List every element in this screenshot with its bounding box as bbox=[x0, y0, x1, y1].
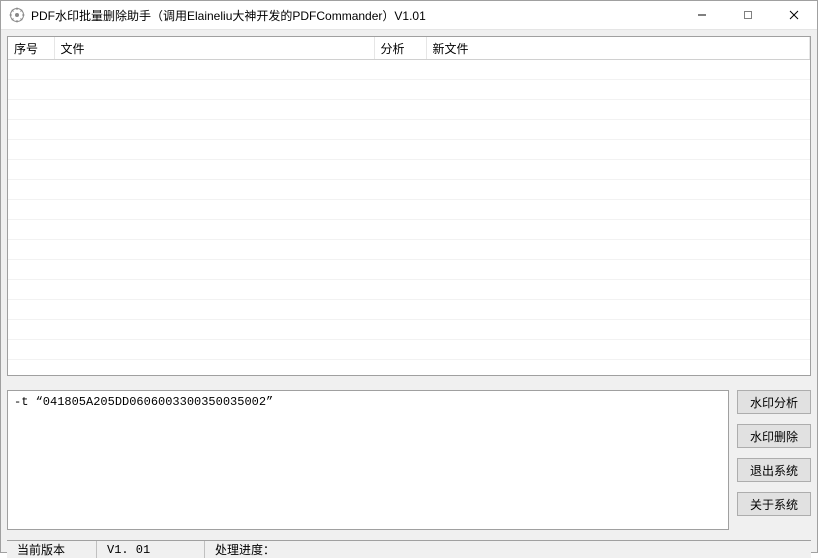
grid-body bbox=[8, 59, 810, 359]
table-row[interactable] bbox=[8, 339, 810, 359]
col-seq[interactable]: 序号 bbox=[8, 37, 54, 59]
col-file[interactable]: 文件 bbox=[54, 37, 374, 59]
status-progress-label: 处理进度： bbox=[205, 541, 285, 558]
table-row[interactable] bbox=[8, 219, 810, 239]
command-textarea[interactable]: -t “041805A205DD0606003300350035002” bbox=[7, 390, 729, 530]
maximize-button[interactable] bbox=[725, 1, 771, 29]
table-row[interactable] bbox=[8, 279, 810, 299]
about-button[interactable]: 关于系统 bbox=[737, 492, 811, 516]
status-version-label: 当前版本 bbox=[7, 541, 97, 558]
table-row[interactable] bbox=[8, 99, 810, 119]
table-row[interactable] bbox=[8, 179, 810, 199]
col-newfile[interactable]: 新文件 bbox=[426, 37, 810, 59]
button-column: 水印分析 水印删除 退出系统 关于系统 bbox=[737, 390, 811, 530]
table-row[interactable] bbox=[8, 79, 810, 99]
table-row[interactable] bbox=[8, 59, 810, 79]
status-bar: 当前版本 V1. 01 处理进度： bbox=[7, 540, 811, 558]
grid-header-row: 序号 文件 分析 新文件 bbox=[8, 37, 810, 59]
table-row[interactable] bbox=[8, 259, 810, 279]
exit-button[interactable]: 退出系统 bbox=[737, 458, 811, 482]
analyze-button[interactable]: 水印分析 bbox=[737, 390, 811, 414]
lower-panel: -t “041805A205DD0606003300350035002” 水印分… bbox=[7, 390, 811, 530]
table-row[interactable] bbox=[8, 199, 810, 219]
table-row[interactable] bbox=[8, 139, 810, 159]
close-button[interactable] bbox=[771, 1, 817, 29]
table-row[interactable] bbox=[8, 319, 810, 339]
minimize-button[interactable] bbox=[679, 1, 725, 29]
table-row[interactable] bbox=[8, 239, 810, 259]
app-window: PDF水印批量删除助手（调用Elaineliu大神开发的PDFCommander… bbox=[0, 0, 818, 553]
window-controls bbox=[679, 1, 817, 29]
table-row[interactable] bbox=[8, 159, 810, 179]
col-analysis[interactable]: 分析 bbox=[374, 37, 426, 59]
table-row[interactable] bbox=[8, 299, 810, 319]
app-icon bbox=[9, 7, 25, 23]
window-title: PDF水印批量删除助手（调用Elaineliu大神开发的PDFCommander… bbox=[31, 7, 679, 24]
client-area: 序号 文件 分析 新文件 bbox=[1, 30, 817, 552]
title-bar: PDF水印批量删除助手（调用Elaineliu大神开发的PDFCommander… bbox=[1, 1, 817, 30]
delete-button[interactable]: 水印删除 bbox=[737, 424, 811, 448]
status-version-value: V1. 01 bbox=[97, 541, 205, 558]
table-row[interactable] bbox=[8, 119, 810, 139]
file-grid[interactable]: 序号 文件 分析 新文件 bbox=[7, 36, 811, 376]
